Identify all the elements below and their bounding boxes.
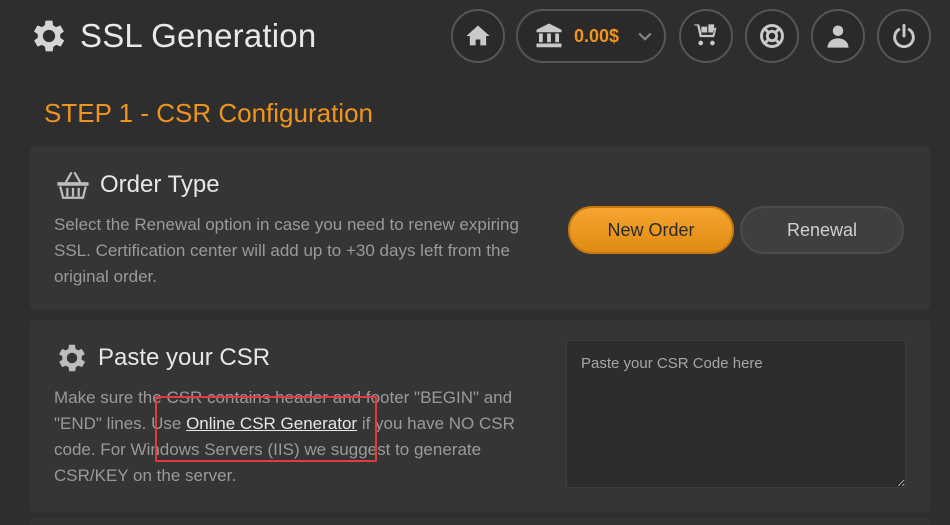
bank-icon (536, 23, 562, 48)
csr-description: Make sure the CSR contains header and fo… (54, 388, 515, 485)
cart-button[interactable] (679, 9, 733, 63)
order-type-description: Select the Renewal option in case you ne… (54, 215, 519, 286)
app-title: SSL Generation (28, 12, 316, 60)
next-panel-edge (30, 518, 930, 525)
home-button[interactable] (451, 9, 505, 63)
support-button[interactable] (745, 9, 799, 63)
chevron-down-icon (638, 32, 652, 41)
cart-icon (694, 24, 717, 46)
csr-panel: Paste your CSR Make sure the CSR contain… (30, 320, 930, 512)
lifebuoy-icon (760, 24, 784, 48)
user-icon (827, 25, 849, 48)
order-type-panel: Order Type Select the Renewal option in … (30, 146, 930, 310)
account-button[interactable] (811, 9, 865, 63)
basket-icon (57, 171, 89, 199)
renewal-button[interactable]: Renewal (740, 206, 904, 254)
gear-icon (59, 344, 86, 372)
balance-dropdown[interactable]: 0.00$ (516, 9, 666, 63)
online-csr-generator-link[interactable]: Online CSR Generator (186, 414, 357, 433)
csr-textarea[interactable] (566, 340, 906, 488)
page-title: SSL Generation (80, 17, 317, 54)
power-icon (893, 24, 915, 49)
new-order-button[interactable]: New Order (568, 206, 734, 254)
top-header: SSL Generation 0.00$ (0, 0, 950, 76)
csr-heading: Paste your CSR (54, 340, 270, 376)
gear-icon (33, 20, 65, 52)
balance-amount: 0.00$ (574, 25, 620, 46)
order-type-heading: Order Type (54, 168, 220, 202)
logout-button[interactable] (877, 9, 931, 63)
home-icon (466, 25, 490, 46)
step-title: STEP 1 - CSR Configuration (44, 98, 373, 128)
